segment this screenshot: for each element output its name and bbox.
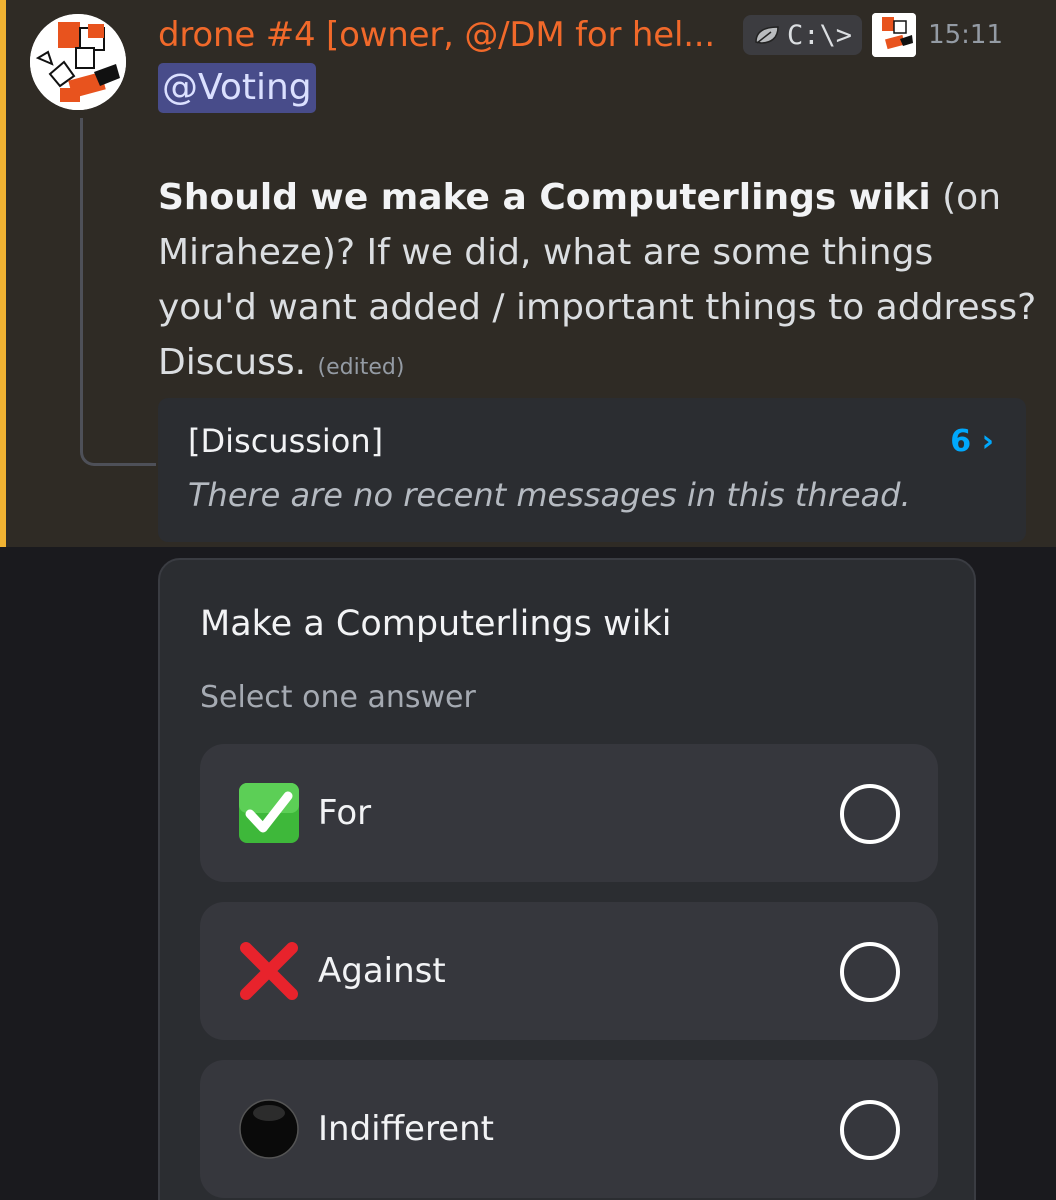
thread-preview[interactable]: [Discussion] 6 › There are no recent mes…: [158, 398, 1026, 542]
thread-empty-text: There are no recent messages in this thr…: [188, 476, 911, 514]
poll-option-for[interactable]: For: [200, 744, 938, 882]
role-icon[interactable]: [872, 13, 917, 57]
poll-option-label: Against: [318, 951, 446, 991]
thread-count-value: 6: [950, 424, 972, 459]
thread-title: [Discussion]: [188, 422, 384, 460]
mention-highlight-bar: [0, 0, 6, 547]
discord-message-view: drone #4 [owner, @/DM for hel... C:\> 15…: [0, 0, 1056, 1200]
radio-button[interactable]: [840, 784, 900, 844]
poll-option-indifferent[interactable]: Indifferent: [200, 1060, 938, 1198]
cross-mark-icon: [238, 940, 300, 1002]
poll-question: Make a Computerlings wiki: [200, 604, 672, 644]
check-mark-button-icon: [238, 782, 300, 844]
leaf-icon: [755, 26, 779, 44]
black-circle-icon: [238, 1098, 300, 1160]
author-name[interactable]: drone #4 [owner, @/DM for hel...: [158, 15, 715, 55]
message-timestamp: 15:11: [928, 20, 1003, 50]
message[interactable]: drone #4 [owner, @/DM for hel... C:\> 15…: [0, 0, 1056, 547]
poll-option-label: Indifferent: [318, 1109, 494, 1149]
thread-connector: [80, 118, 156, 466]
poll: Make a Computerlings wiki Select one ans…: [158, 558, 976, 1200]
question-bold-text: Should we make a Computerlings wiki: [158, 177, 931, 218]
robot-avatar-icon: [30, 14, 126, 110]
chevron-right-icon: ›: [981, 424, 994, 459]
poll-option-against[interactable]: Against: [200, 902, 938, 1040]
author-avatar[interactable]: [30, 14, 126, 110]
edited-label: (edited): [317, 355, 405, 380]
message-header: drone #4 [owner, @/DM for hel... C:\> 15…: [158, 12, 1003, 58]
server-tag-label: C:\>: [787, 19, 853, 51]
role-mention[interactable]: @Voting: [158, 63, 316, 113]
server-tag[interactable]: C:\>: [743, 15, 863, 55]
role-badge-icon: [872, 13, 917, 57]
poll-instruction: Select one answer: [200, 680, 476, 715]
thread-message-count[interactable]: 6 ›: [950, 424, 994, 459]
poll-option-label: For: [318, 793, 372, 833]
radio-button[interactable]: [840, 1100, 900, 1160]
message-content: Should we make a Computerlings wiki (on …: [158, 170, 1038, 395]
radio-button[interactable]: [840, 942, 900, 1002]
